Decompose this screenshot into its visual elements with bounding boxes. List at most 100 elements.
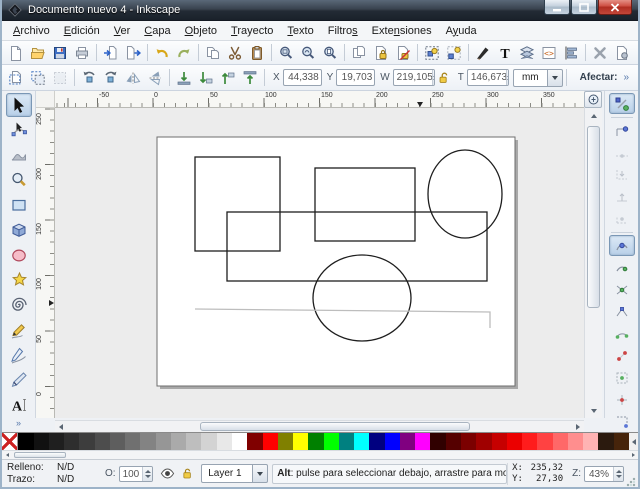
swatch-00ff00[interactable] [324,433,339,450]
swatch-ff6868[interactable] [553,433,568,450]
save-document-button[interactable] [49,42,71,63]
swatch-0000ff[interactable] [385,433,400,450]
snap-page-border-button[interactable] [609,411,635,432]
layer-dropdown-arrow-icon[interactable] [253,464,268,483]
create-clone-button[interactable] [370,42,392,63]
menu-ayuda[interactable]: Ayuda [439,21,484,41]
swatch-707070[interactable] [125,433,140,450]
duplicate-button[interactable] [348,42,370,63]
swatch-ffb3b3[interactable] [583,433,598,450]
vertical-scrollbar[interactable] [584,108,602,418]
redo-button[interactable] [173,42,195,63]
deselect-button[interactable] [49,67,71,88]
menu-texto[interactable]: Texto [280,21,320,41]
zoom-to-drawing-button[interactable] [297,42,319,63]
swatch-111111[interactable] [34,433,49,450]
menu-archivo[interactable]: Archivo [6,21,57,41]
snap-path-intersections-button[interactable] [609,279,635,300]
import-button[interactable] [100,42,122,63]
opacity-input[interactable]: 100 [119,466,154,482]
tool-tweak[interactable] [6,143,32,167]
swatch-c60000[interactable] [492,433,507,450]
layers-button[interactable] [516,42,538,63]
swatch-none[interactable] [2,433,18,450]
swatch-800000[interactable] [247,433,262,450]
unlink-clone-button[interactable] [392,42,414,63]
title-bar[interactable]: Documento nuevo 4 - Inkscape [2,0,638,21]
swatch-ff4242[interactable] [537,433,552,450]
swatch-2e2e2e[interactable] [64,433,79,450]
menu-capa[interactable]: Capa [137,21,177,41]
snap-bbox-centers-button[interactable] [609,208,635,229]
menu-objeto[interactable]: Objeto [178,21,224,41]
swatch-800080[interactable] [400,433,415,450]
tool-pencil[interactable] [6,318,32,342]
snap-bbox-edges-button[interactable] [609,142,635,163]
swatch-e8e8e8[interactable] [217,433,232,450]
scroll-down-arrow[interactable] [587,404,600,417]
height-input[interactable]: 146,673 [467,69,509,86]
layer-visibility-button[interactable] [157,464,177,484]
layer-selector[interactable]: Layer 1 [201,464,268,483]
swatch-008000[interactable] [308,433,323,450]
swatch-aaaaaa[interactable] [171,433,186,450]
swatch-ff8e8e[interactable] [568,433,583,450]
swatch-300000[interactable] [430,433,445,450]
paste-button[interactable] [246,42,268,63]
swatch-00ffff[interactable] [354,433,369,450]
close-button[interactable] [598,0,632,15]
scroll-up-arrow[interactable] [587,109,600,122]
menu-trayecto[interactable]: Trayecto [224,21,280,41]
copy-button[interactable] [202,42,224,63]
tool-selector[interactable] [6,93,32,117]
snap-bbox-edge-midpoints-button[interactable] [609,186,635,207]
snap-smooth-nodes-button[interactable] [609,323,635,344]
tool-rectangle[interactable] [6,193,32,217]
flip-horizontal-button[interactable] [122,67,144,88]
lower-to-bottom-button[interactable] [173,67,195,88]
menu-edición[interactable]: Edición [57,21,107,41]
snap-master-toggle-button[interactable] [609,93,635,114]
vertical-scrollbar-thumb[interactable] [587,126,600,308]
snap-bounding-box-button[interactable] [609,120,635,141]
lock-ratio-button[interactable] [435,67,453,88]
rotate-ccw-button[interactable] [78,67,100,88]
swatch-000000[interactable] [18,433,33,450]
palette-scroll-left-arrow[interactable] [2,451,12,459]
swatch-ffffff[interactable] [232,433,247,450]
zoom-spinner[interactable] [613,467,623,481]
swatch-1f1f1f[interactable] [49,433,64,450]
x-input[interactable]: 44,338 [283,69,322,86]
tool-box-3d[interactable] [6,218,32,242]
text-and-font-button[interactable]: T [494,42,516,63]
unit-dropdown-arrow-icon[interactable] [548,69,563,87]
select-all-layers-button[interactable] [27,67,49,88]
canvas[interactable] [55,108,584,418]
swatch-838383[interactable] [140,433,155,450]
tool-calligraphy[interactable] [6,368,32,392]
height-spinner[interactable] [506,70,509,85]
raise-button[interactable] [217,67,239,88]
tool-ellipse[interactable] [6,243,32,267]
menu-filtros[interactable]: Filtros [321,21,365,41]
fill-and-stroke-button[interactable] [472,42,494,63]
tool-zoom[interactable] [6,168,32,192]
zoom-input[interactable]: 43% [584,466,624,482]
snap-object-centers-button[interactable] [609,367,635,388]
sticky-zoom-button[interactable] [584,91,602,108]
preferences-button[interactable] [589,42,611,63]
palette-scroll-right-arrow[interactable] [628,451,638,459]
snap-paths-button[interactable] [609,257,635,278]
swatch-eb0000[interactable] [507,433,522,450]
snap-nodes-button[interactable] [609,235,635,256]
group-button[interactable] [421,42,443,63]
y-input[interactable]: 19,703 [336,69,375,86]
swatch-a00000[interactable] [476,433,491,450]
select-all-button[interactable] [5,67,27,88]
new-document-button[interactable] [5,42,27,63]
fill-stroke-indicator[interactable]: Relleno:N/D Trazo:N/D [4,462,100,486]
swatch-008080[interactable] [339,433,354,450]
tool-text[interactable]: A [6,393,32,417]
width-input[interactable]: 219,105 [393,69,435,86]
palette-scroll-left-icon[interactable] [629,433,638,450]
